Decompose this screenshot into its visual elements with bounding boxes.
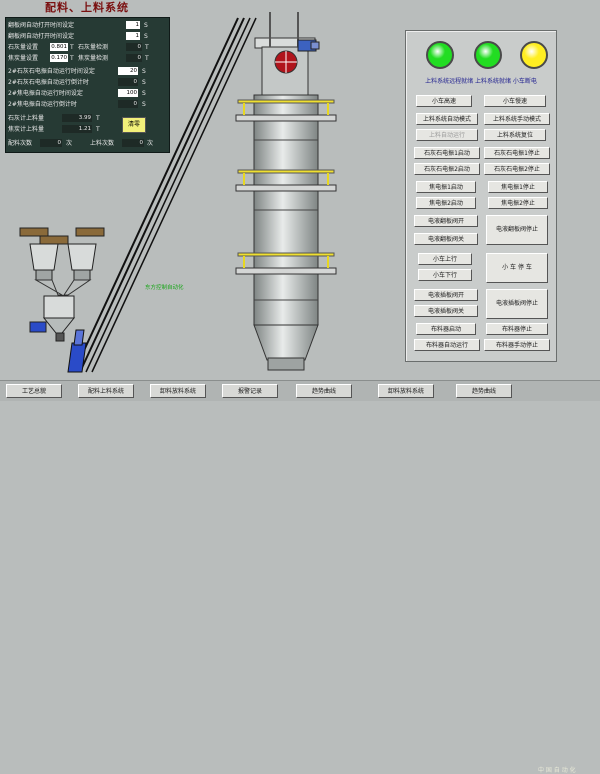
status-lamp-cart-power-off: [520, 41, 548, 69]
nav-alarm-log[interactable]: 报警记录: [222, 384, 278, 398]
feed-count-unit: 次: [147, 140, 154, 147]
feed-count-value: 0: [122, 139, 144, 147]
param-value-input[interactable]: 1: [126, 21, 140, 29]
coke-feeder-1-start-button[interactable]: 焦电振1启动: [416, 181, 476, 193]
param-row: 焦炭量设置 0.170 T 焦炭量检测 0 T: [6, 53, 169, 64]
cart-high-speed-button[interactable]: 小车高速: [416, 95, 472, 107]
param-unit: T: [145, 55, 149, 62]
param-value-input[interactable]: 1: [126, 32, 140, 40]
distributor-stop-button[interactable]: 布料器停止: [486, 323, 548, 335]
param-unit: S: [142, 90, 146, 97]
green-note: 东方控制自动化: [145, 285, 184, 291]
batch-count-label: 配料次数: [8, 140, 33, 147]
param-unit: T: [96, 115, 100, 122]
param-label: 2#石灰石电振自动运行倒计时: [8, 79, 89, 86]
nav-trend-curve-2[interactable]: 趋势曲线: [456, 384, 512, 398]
lime-feeder-2-stop-button[interactable]: 石灰石电振2停止: [484, 163, 550, 175]
param-readout: 0: [126, 43, 142, 51]
flap-valve-open-button[interactable]: 电液翻板阀开: [414, 215, 478, 227]
nav-unloading-system[interactable]: 卸料放料系统: [150, 384, 206, 398]
insert-valve-stop-button[interactable]: 电液插板阀停止: [486, 289, 548, 319]
param-label: 焦炭计上料量: [8, 126, 45, 133]
nav-process-overview[interactable]: 工艺总貌: [6, 384, 62, 398]
param-unit: T: [70, 55, 74, 62]
status-lamp-remote-ready: [426, 41, 454, 69]
feed-auto-run-button[interactable]: 上料自动运行: [416, 129, 478, 141]
param-label: 2#焦电振自动运行倒计时: [8, 101, 77, 108]
param-value-input[interactable]: 0.801: [50, 43, 68, 51]
batch-count-value: 0: [40, 139, 62, 147]
param-unit: T: [145, 44, 149, 51]
lime-feeder-1-start-button[interactable]: 石灰石电振1启动: [414, 147, 480, 159]
param-unit: S: [142, 79, 146, 86]
param-label: 石灰计上料量: [8, 115, 45, 122]
clear-button[interactable]: 清零: [122, 117, 146, 133]
param-readout: 0: [126, 54, 142, 62]
param-label: 石灰量设置: [8, 44, 39, 51]
coke-feeder-1-stop-button[interactable]: 焦电振1停止: [488, 181, 548, 193]
control-panel: 上料系统远程就绪 上料系统就绪 小车断电 小车高速 小车慢速 上料系统自动模式 …: [405, 30, 557, 362]
insert-valve-close-button[interactable]: 电液插板阀关: [414, 305, 478, 317]
distributor-start-button[interactable]: 布料器启动: [416, 323, 476, 335]
param-readout: 0: [118, 100, 138, 108]
param-readout: 3.99: [62, 114, 92, 122]
feed-count-label: 上料次数: [90, 140, 115, 147]
kiln-shaft: [253, 94, 319, 371]
coke-feeder-2-stop-button[interactable]: 焦电振2停止: [488, 197, 548, 209]
cart-down-button[interactable]: 小车下行: [418, 269, 472, 281]
bottom-nav: 工艺总貌 配料上料系统 卸料放料系统 报警记录 趋势曲线 卸料放料系统 趋势曲线…: [0, 380, 600, 774]
param-label: 石灰量检测: [78, 44, 109, 51]
param-unit: S: [142, 68, 146, 75]
param-value-input[interactable]: 20: [118, 67, 138, 75]
nav-batching-feeding[interactable]: 配料上料系统: [78, 384, 134, 398]
param-label: 焦炭量检测: [78, 55, 109, 62]
param-row: 2#焦电振自动运行时间设定 100 S: [6, 88, 169, 99]
distributor-auto-run-button[interactable]: 布料器自动运行: [414, 339, 480, 351]
coke-feeder-2-start-button[interactable]: 焦电振2启动: [416, 197, 476, 209]
insert-valve-open-button[interactable]: 电液插板阀开: [414, 289, 478, 301]
param-value-input[interactable]: 100: [118, 89, 138, 97]
param-value-input[interactable]: 0.170: [50, 54, 68, 62]
param-row: 2#石灰石电振自动运行倒计时 0 S: [6, 77, 169, 88]
param-label: 翻板阀自动打开时间设定: [8, 22, 75, 29]
nav-trend-curve[interactable]: 趋势曲线: [296, 384, 352, 398]
skip-car: [67, 329, 87, 373]
nav-unloading-system-2[interactable]: 卸料放料系统: [378, 384, 434, 398]
param-unit: T: [96, 126, 100, 133]
distributor-manual-stop-button[interactable]: 布料器手动停止: [484, 339, 550, 351]
batch-count-unit: 次: [66, 140, 73, 147]
param-readout: 1.21: [62, 125, 92, 133]
param-row: 翻板阀自动打开时间设定 1 S: [6, 31, 169, 42]
param-row: 2#焦电振自动运行倒计时 0 S: [6, 99, 169, 110]
param-unit: S: [144, 33, 148, 40]
param-label: 2#石灰石电振自动运行时间设定: [8, 68, 95, 75]
cart-stop-button[interactable]: 小 车 停 车: [486, 253, 548, 283]
param-label: 焦炭量设置: [8, 55, 39, 62]
param-readout: 0: [118, 78, 138, 86]
watermark: 中 国 自 动 化: [538, 767, 576, 774]
feed-reset-button[interactable]: 上料系统复位: [484, 129, 546, 141]
kiln-top: [254, 12, 320, 96]
param-row: 2#石灰石电振自动运行时间设定 20 S: [6, 66, 169, 77]
param-unit: S: [142, 101, 146, 108]
param-unit: S: [144, 22, 148, 29]
cart-low-speed-button[interactable]: 小车慢速: [484, 95, 546, 107]
param-row: 翻板阀自动打开时间设定 1 S: [6, 20, 169, 31]
param-unit: T: [70, 44, 74, 51]
feed-manual-mode-button[interactable]: 上料系统手动模式: [484, 113, 550, 125]
cart-up-button[interactable]: 小车上行: [418, 253, 472, 265]
parameter-panel: 翻板阀自动打开时间设定 1 S 翻板阀自动打开时间设定 1 S 石灰量设置 0.…: [5, 17, 170, 153]
param-label: 翻板阀自动打开时间设定: [8, 33, 75, 40]
param-row: 石灰量设置 0.801 T 石灰量检测 0 T: [6, 42, 169, 53]
feed-auto-mode-button[interactable]: 上料系统自动模式: [416, 113, 478, 125]
feed-bins: [19, 227, 105, 342]
param-label: 2#焦电振自动运行时间设定: [8, 90, 83, 97]
flap-valve-close-button[interactable]: 电液翻板阀关: [414, 233, 478, 245]
status-lamp-system-ready: [474, 41, 502, 69]
flap-valve-stop-button[interactable]: 电液翻板阀停止: [486, 215, 548, 245]
status-lamp-labels: 上料系统远程就绪 上料系统就绪 小车断电: [425, 78, 537, 85]
lime-feeder-2-start-button[interactable]: 石灰石电振2启动: [414, 163, 480, 175]
lime-feeder-1-stop-button[interactable]: 石灰石电振1停止: [484, 147, 550, 159]
count-row: 配料次数 0 次 上料次数 0 次: [6, 138, 169, 149]
